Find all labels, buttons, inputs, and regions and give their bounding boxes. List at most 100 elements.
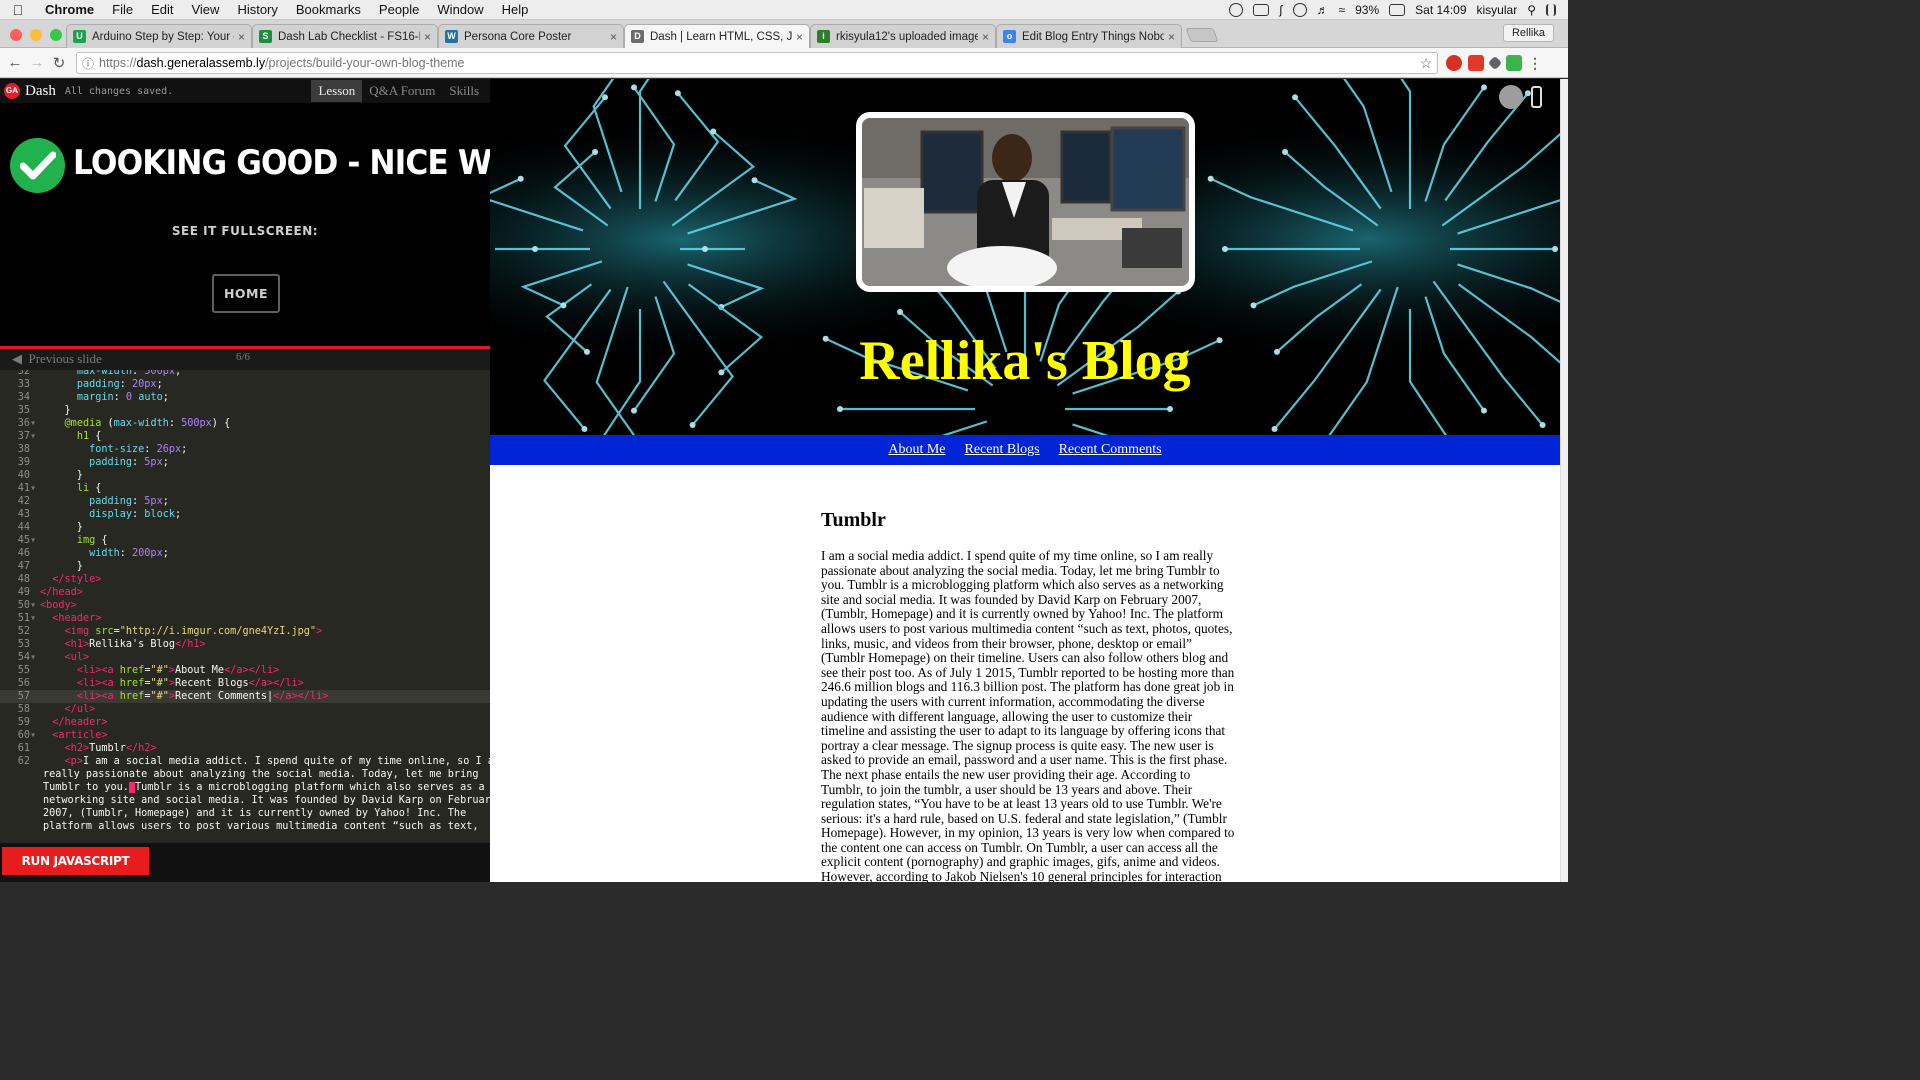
run-javascript-button[interactable]: RUN JAVASCRIPT [2,847,149,875]
ga-logo-icon[interactable]: GA [4,83,20,99]
circuit-node [1167,406,1173,412]
code-line-wrap: really passionate about analyzing the so… [43,769,479,780]
extension-pen-icon[interactable] [1487,55,1503,71]
url-bar[interactable]: ⓘ https://dash.generalassemb.ly/projects… [76,52,1438,74]
tab-favicon-icon: o [1003,30,1016,43]
blog-nav: About Me Recent Blogs Recent Comments [490,435,1560,465]
apple-icon[interactable]:  [0,2,36,18]
minimize-window-icon[interactable] [30,29,42,41]
code-line: 49 </head> [17,587,83,598]
bluetooth-icon[interactable]: ∫ [1279,3,1282,17]
wifi-icon[interactable]: ≈ [1339,3,1346,17]
close-window-icon[interactable] [10,29,22,41]
tab-favicon-icon: W [445,30,458,43]
browser-tab[interactable]: o Edit Blog Entry Things Nobody × [996,24,1182,48]
bookmark-star-icon[interactable]: ☆ [1415,55,1437,72]
tab-close-icon[interactable]: × [424,30,431,44]
browser-tab[interactable]: i rkisyula12's uploaded images × [810,24,996,48]
menu-view[interactable]: View [182,2,228,17]
code-line: 50▾ <body> [17,600,77,611]
circuit-node [1480,407,1487,414]
user-name[interactable]: kisyular [1477,3,1518,17]
nav-about-me[interactable]: About Me [888,442,945,458]
extension-red-icon[interactable] [1468,55,1484,71]
tab-favicon-icon: i [817,30,830,43]
nav-recent-blogs[interactable]: Recent Blogs [965,442,1040,458]
tab-close-icon[interactable]: × [796,30,803,44]
tab-close-icon[interactable]: × [982,30,989,44]
profile-button[interactable]: Rellika [1502,24,1554,42]
airplay-icon[interactable] [1253,3,1270,16]
preview-scrollbar[interactable] [1560,79,1568,882]
clock[interactable]: Sat 14:09 [1415,3,1466,17]
extensions: ⋮ [1446,55,1542,71]
blog-article: Tumblr I am a social media addict. I spe… [821,509,1235,882]
forward-icon[interactable]: → [26,54,48,71]
battery-icon[interactable] [1389,3,1406,16]
menu-edit[interactable]: Edit [142,2,182,17]
tab-favicon-icon: D [631,30,644,43]
browser-tab[interactable]: U Arduino Step by Step: Your co × [66,24,252,48]
code-editor[interactable]: 32 max-width: 500px; 33 padding: 20px; 3… [0,370,490,843]
previous-slide-link[interactable]: ◀ Previous slide [12,351,102,367]
tab-close-icon[interactable]: × [238,30,245,44]
volume-icon[interactable]: ♬ [1317,3,1329,17]
circuit-node [689,421,696,428]
new-tab-button[interactable] [1185,28,1219,42]
dash-brand[interactable]: Dash [25,83,56,100]
reload-icon[interactable]: ↻ [48,54,70,72]
url-host: dash.generalassemb.ly [136,56,266,70]
back-icon[interactable]: ← [4,54,26,71]
menu-people[interactable]: People [370,2,428,17]
tab-close-icon[interactable]: × [610,30,617,44]
menu-app-name[interactable]: Chrome [36,2,103,17]
extension-lastpass-icon[interactable] [1446,55,1462,71]
code-line: 47 } [17,561,83,572]
tab-lesson[interactable]: Lesson [311,80,363,102]
menu-history[interactable]: History [228,2,286,17]
success-headline: LOOKING GOOD - NICE WORK! [73,143,490,183]
code-line-active: 57 <li><a href="#">Recent Comments|</a><… [0,690,490,703]
circuit-node [837,406,843,412]
circuit-node [602,94,609,101]
code-line: 33 padding: 20px; [17,379,163,390]
code-line: 36▾ @media (max-width: 500px) { [17,418,231,429]
circuit-node [560,302,567,309]
menu-help[interactable]: Help [493,2,538,17]
home-button[interactable]: HOME [212,274,280,313]
mobile-view-icon[interactable] [1531,86,1542,108]
circuit-node [1552,246,1558,252]
circuit-node [630,407,637,414]
menu-window[interactable]: Window [428,2,492,17]
page-info-icon[interactable]: ⓘ [77,55,99,72]
profile-photo [856,112,1195,292]
time-machine-icon[interactable] [1292,2,1307,17]
circuit-node [1207,175,1214,182]
tab-qa-forum[interactable]: Q&A Forum [362,80,442,102]
dash-tabs: Lesson Q&A Forum Skills [311,80,486,102]
tab-close-icon[interactable]: × [1168,30,1175,44]
creative-cloud-icon[interactable] [1229,2,1244,17]
tab-favicon-icon: U [73,30,86,43]
article-heading: Tumblr [821,509,886,531]
tab-skills[interactable]: Skills [442,80,486,102]
extension-green-icon[interactable] [1506,55,1522,71]
browser-tab[interactable]: D Dash | Learn HTML, CSS, Java × [624,24,810,48]
notification-center-icon[interactable] [1546,3,1556,16]
menu-file[interactable]: File [103,2,142,17]
menu-bookmarks[interactable]: Bookmarks [287,2,370,17]
desktop-view-icon[interactable] [1499,85,1523,109]
spotlight-icon[interactable]: ⚲ [1527,3,1536,17]
chrome-menu-icon[interactable]: ⋮ [1528,56,1542,70]
code-line: 60▾ <article> [17,730,108,741]
code-line: 62 <p>I am a social media addict. I spen… [17,756,490,767]
circuit-node [710,128,717,135]
browser-tab[interactable]: W Persona Core Poster × [438,24,624,48]
code-line: 53 <h1>Rellika's Blog</h1> [17,639,206,650]
slide-counter: 6/6 [236,351,251,363]
browser-tab[interactable]: S Dash Lab Checklist - FS16-M × [252,24,438,48]
checkmark-icon [10,138,65,193]
zoom-window-icon[interactable] [50,29,62,41]
code-line: 59 </header> [17,717,108,728]
nav-recent-comments[interactable]: Recent Comments [1059,442,1162,458]
